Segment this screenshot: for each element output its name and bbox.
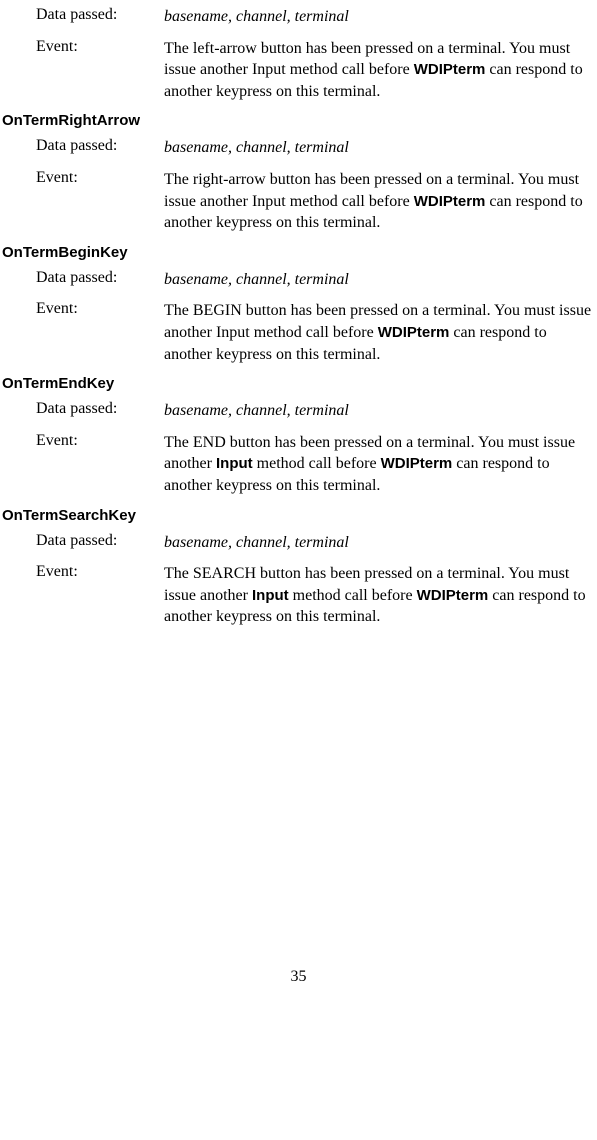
wdipterm-word: WDIPterm xyxy=(417,587,489,604)
wdipterm-word: WDIPterm xyxy=(378,324,450,341)
event-row: Event: The SEARCH button has been presse… xyxy=(36,563,597,628)
section-heading: OnTermSearchKey xyxy=(2,507,597,524)
data-passed-label: Data passed: xyxy=(36,6,164,28)
data-passed-label: Data passed: xyxy=(36,269,164,291)
event-label: Event: xyxy=(36,169,164,234)
event-value: The right-arrow button has been pressed … xyxy=(164,169,597,234)
data-passed-value: basename, channel, terminal xyxy=(164,532,597,554)
data-passed-row: Data passed: basename, channel, terminal xyxy=(36,6,597,28)
data-passed-value: basename, channel, terminal xyxy=(164,6,597,28)
event-text-mid: method call before xyxy=(253,455,381,472)
data-passed-row: Data passed: basename, channel, terminal xyxy=(36,137,597,159)
event-text-mid: method call before xyxy=(289,587,417,604)
event-label: Event: xyxy=(36,300,164,365)
doc-page: Data passed: basename, channel, terminal… xyxy=(0,0,597,1006)
event-label: Event: xyxy=(36,38,164,103)
data-passed-value: basename, channel, terminal xyxy=(164,137,597,159)
event-row: Event: The left-arrow button has been pr… xyxy=(36,38,597,103)
wdipterm-word: WDIPterm xyxy=(414,193,486,210)
section-heading: OnTermBeginKey xyxy=(2,244,597,261)
event-row: Event: The right-arrow button has been p… xyxy=(36,169,597,234)
data-passed-row: Data passed: basename, channel, terminal xyxy=(36,269,597,291)
data-passed-value: basename, channel, terminal xyxy=(164,269,597,291)
input-word: Input xyxy=(252,587,289,604)
data-passed-row: Data passed: basename, channel, terminal xyxy=(36,532,597,554)
event-value: The END button has been pressed on a ter… xyxy=(164,432,597,497)
data-passed-label: Data passed: xyxy=(36,532,164,554)
data-passed-label: Data passed: xyxy=(36,400,164,422)
data-passed-value: basename, channel, terminal xyxy=(164,400,597,422)
section-heading: OnTermEndKey xyxy=(2,375,597,392)
event-value: The BEGIN button has been pressed on a t… xyxy=(164,300,597,365)
event-label: Event: xyxy=(36,563,164,628)
event-value: The SEARCH button has been pressed on a … xyxy=(164,563,597,628)
event-label: Event: xyxy=(36,432,164,497)
wdipterm-word: WDIPterm xyxy=(381,455,453,472)
page-number: 35 xyxy=(0,968,597,986)
event-row: Event: The END button has been pressed o… xyxy=(36,432,597,497)
data-passed-row: Data passed: basename, channel, terminal xyxy=(36,400,597,422)
wdipterm-word: WDIPterm xyxy=(414,61,486,78)
data-passed-label: Data passed: xyxy=(36,137,164,159)
event-value: The left-arrow button has been pressed o… xyxy=(164,38,597,103)
section-heading: OnTermRightArrow xyxy=(2,112,597,129)
event-row: Event: The BEGIN button has been pressed… xyxy=(36,300,597,365)
input-word: Input xyxy=(216,455,253,472)
